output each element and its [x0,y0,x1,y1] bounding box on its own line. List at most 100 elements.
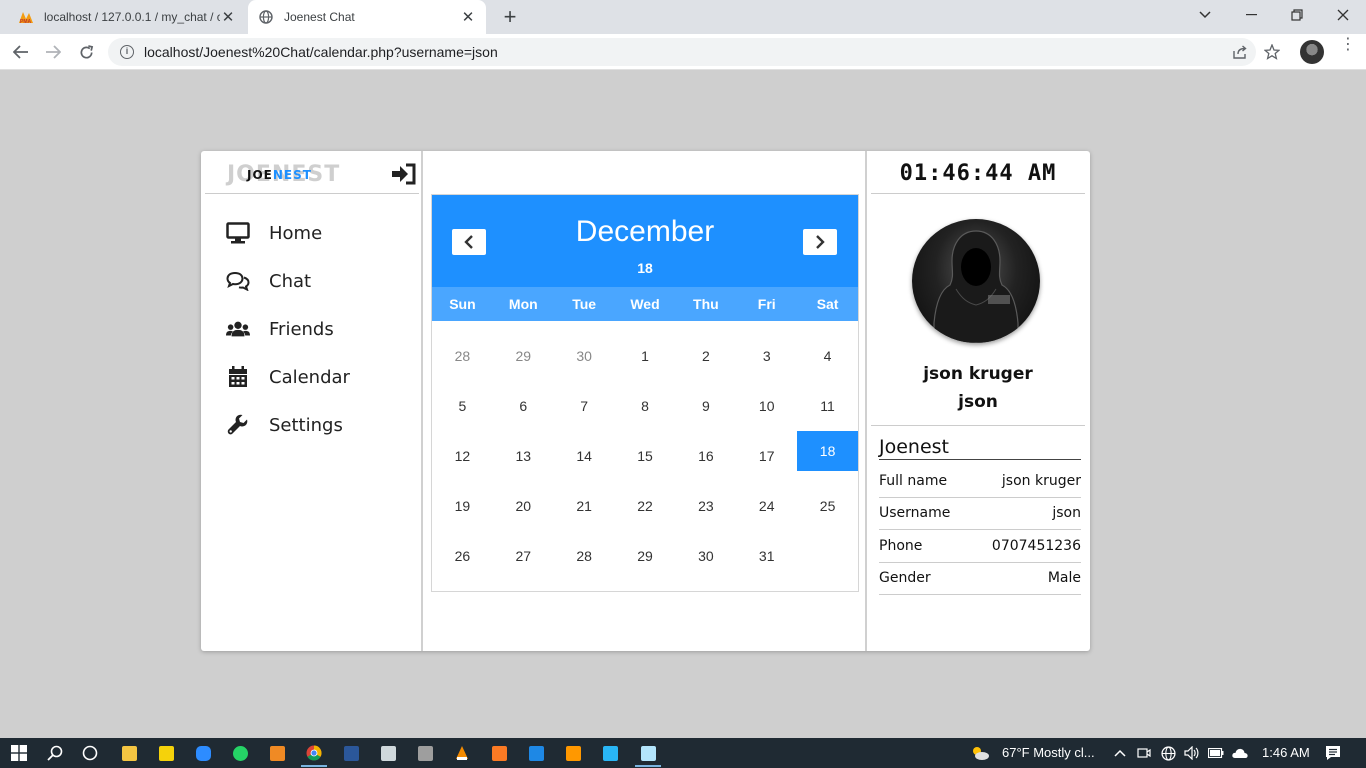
calendar-day[interactable]: 31 [736,531,797,581]
calendar-day[interactable]: 2 [675,331,736,381]
calendar-day-selected[interactable]: 18 [797,431,858,471]
sticky-notes-icon[interactable] [156,743,176,763]
forward-arrow-icon[interactable] [41,40,65,64]
calendar-day[interactable]: 28 [554,531,615,581]
profile-avatar[interactable] [1300,40,1324,64]
site-info-icon[interactable]: i [120,45,134,59]
app-gear-icon[interactable] [415,743,435,763]
close-icon[interactable]: ✕ [460,8,476,26]
vscode-icon[interactable] [526,743,546,763]
whatsapp-icon[interactable] [230,743,250,763]
calendar-day[interactable]: 30 [554,331,615,381]
sidebar-item-chat[interactable]: Chat [226,257,350,305]
calendar-day[interactable]: 29 [615,531,676,581]
reload-icon[interactable] [74,40,98,64]
word-icon[interactable] [341,743,361,763]
sublime-icon[interactable] [563,743,583,763]
new-tab-button[interactable]: + [498,5,522,29]
chrome-icon[interactable] [304,743,324,763]
calendar-header: December 18 [432,195,858,287]
calendar-day[interactable]: 25 [797,481,858,531]
calendar-day[interactable]: 17 [736,431,797,481]
sidebar-item-label: Calendar [269,366,350,388]
calendar-day[interactable]: 14 [554,431,615,481]
notepad-icon[interactable] [638,743,658,763]
info-row-full-name: Full name json kruger [879,465,1081,498]
calendar-day[interactable]: 7 [554,381,615,431]
calendar-day[interactable]: 5 [432,381,493,431]
app-blue-icon[interactable] [600,743,620,763]
calendar-day[interactable]: 23 [675,481,736,531]
meet-now-icon[interactable] [1134,743,1154,763]
windows-start-icon[interactable] [9,743,29,763]
calendar-day[interactable]: 8 [615,381,676,431]
xampp-icon[interactable] [489,743,509,763]
more-menu-icon[interactable]: ⋮ [1340,37,1356,53]
calendar-day[interactable]: 10 [736,381,797,431]
restore-icon[interactable] [1274,0,1320,30]
weather-text[interactable]: 67°F Mostly cl... [1002,738,1095,768]
address-bar[interactable]: i localhost/Joenest%20Chat/calendar.php?… [108,38,1256,66]
info-row-phone: Phone 0707451236 [879,530,1081,563]
chevron-up-icon[interactable] [1110,743,1130,763]
onedrive-cloud-icon[interactable] [1230,743,1250,763]
calendar-day[interactable]: 28 [432,331,493,381]
calendar-day[interactable]: 6 [493,381,554,431]
share-icon[interactable] [1228,40,1252,64]
next-month-button[interactable] [803,229,837,255]
file-explorer-icon[interactable] [119,743,139,763]
vlc-icon[interactable] [452,743,472,763]
app-puzzle-icon[interactable] [378,743,398,763]
back-arrow-icon[interactable] [9,40,33,64]
sidebar-item-calendar[interactable]: Calendar [226,353,350,401]
profile-full-name: json kruger [923,364,1033,384]
user-avatar[interactable] [912,219,1040,343]
calendar-day[interactable]: 27 [493,531,554,581]
tab-phpmyadmin[interactable]: PMA localhost / 127.0.0.1 / my_chat / c … [8,0,246,34]
calendar-day[interactable]: 19 [432,481,493,531]
profile-info-table: Full name json kruger Username json Phon… [879,465,1081,595]
calendar-day[interactable]: 9 [675,381,736,431]
calendar-day[interactable]: 15 [615,431,676,481]
app-orange-icon[interactable] [267,743,287,763]
search-icon[interactable] [45,743,65,763]
tab-search-chevron-icon[interactable] [1182,0,1228,30]
task-view-icon[interactable] [80,743,100,763]
sidebar-item-settings[interactable]: Settings [226,401,350,449]
calendar-day[interactable]: 22 [615,481,676,531]
minimize-icon[interactable] [1228,0,1274,30]
zoom-icon[interactable] [193,743,213,763]
calendar-day[interactable]: 29 [493,331,554,381]
volume-icon[interactable] [1181,743,1201,763]
bookmark-star-icon[interactable] [1260,40,1284,64]
close-icon[interactable]: ✕ [220,8,236,26]
calendar-day[interactable]: 30 [675,531,736,581]
weather-icon[interactable] [970,743,990,763]
calendar-day[interactable]: 13 [493,431,554,481]
calendar-day[interactable]: 12 [432,431,493,481]
tab-joenest-chat[interactable]: Joenest Chat ✕ [248,0,486,34]
calendar-day[interactable]: 11 [797,381,858,431]
sidebar-item-label: Chat [269,270,312,292]
clock-time[interactable]: 1:46 AM [1262,738,1310,768]
battery-icon[interactable] [1206,743,1226,763]
info-label: Full name [879,472,948,489]
info-value: json [1052,505,1081,522]
calendar-day[interactable]: 4 [797,331,858,381]
network-globe-icon[interactable] [1158,743,1178,763]
profile-section-title: Joenest [879,436,1081,460]
browser-toolbar: i localhost/Joenest%20Chat/calendar.php?… [0,34,1366,70]
sidebar-item-label: Home [269,222,323,244]
window-close-icon[interactable] [1320,0,1366,30]
calendar-day[interactable]: 16 [675,431,736,481]
calendar-day[interactable]: 1 [615,331,676,381]
sidebar-item-friends[interactable]: Friends [226,305,350,353]
calendar-day[interactable]: 21 [554,481,615,531]
notifications-icon[interactable] [1323,743,1343,763]
calendar-day[interactable]: 24 [736,481,797,531]
sidebar-item-home[interactable]: Home [226,209,350,257]
calendar-day[interactable]: 20 [493,481,554,531]
calendar-day[interactable]: 26 [432,531,493,581]
logout-icon[interactable] [391,163,417,185]
calendar-day[interactable]: 3 [736,331,797,381]
